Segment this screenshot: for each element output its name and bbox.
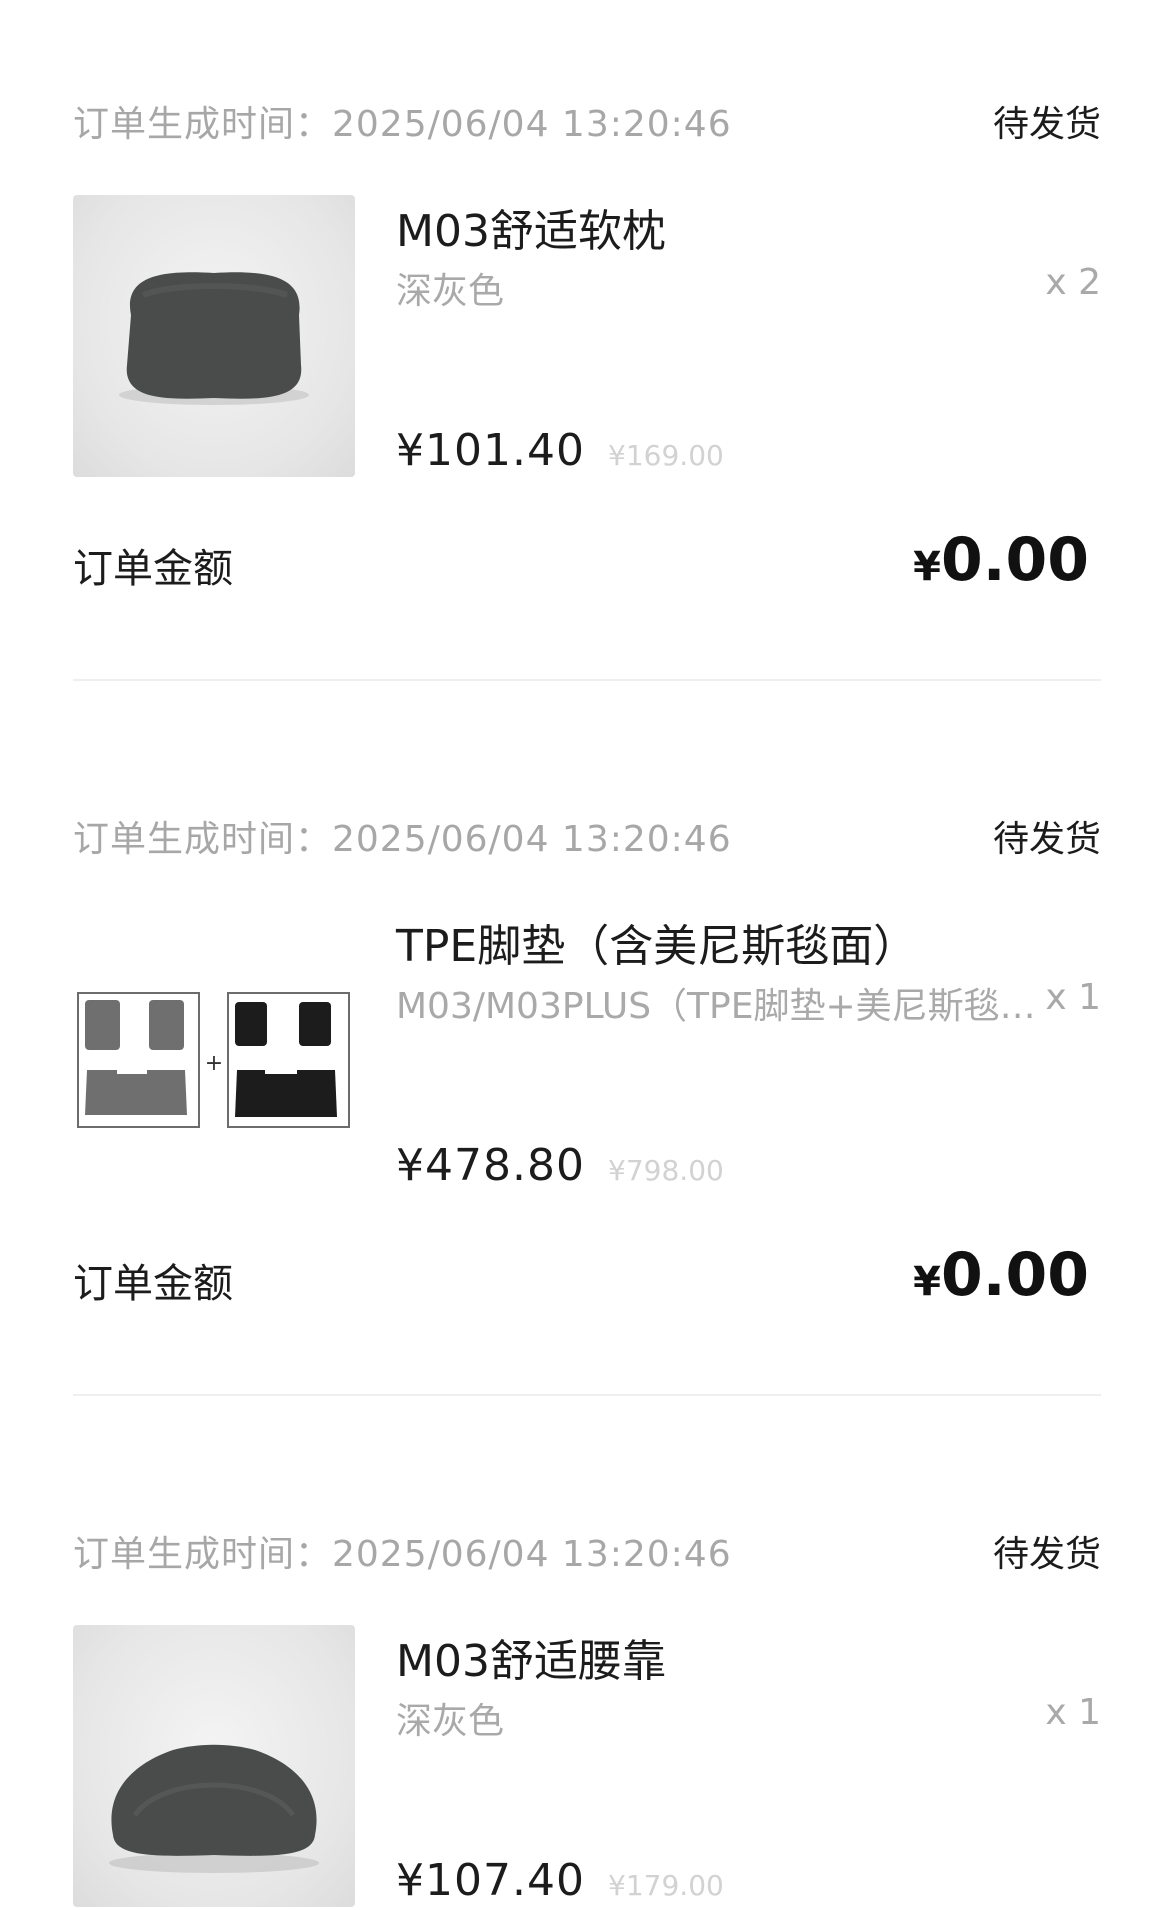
price-row: ¥478.80 ¥798.00 [396, 1140, 724, 1191]
total-number: 0.00 [940, 1240, 1089, 1310]
order-status: 待发货 [992, 104, 1101, 145]
order-header: 订单生成时间：2025/06/04 13:20:46 待发货 [73, 95, 1101, 155]
price-row: ¥101.40 ¥169.00 [396, 425, 724, 476]
currency-symbol: ¥ [913, 544, 941, 590]
product-image[interactable] [73, 195, 355, 477]
order-card[interactable]: 订单生成时间：2025/06/04 13:20:46 待发货 + TPE脚垫（含… [0, 810, 1175, 1410]
order-total-label: 订单金额 [73, 1261, 233, 1307]
plus-sign: + [205, 1051, 223, 1076]
lumbar-pillow-icon [109, 1744, 319, 1873]
product-name[interactable]: TPE脚垫（含美尼斯毯面） [396, 910, 917, 974]
sale-price: ¥107.40 [396, 1855, 585, 1906]
order-status: 待发货 [992, 1534, 1101, 1575]
total-number: 0.00 [940, 525, 1089, 595]
order-time: 订单生成时间：2025/06/04 13:20:46 [73, 104, 732, 145]
product-name[interactable]: M03舒适腰靠 [396, 1625, 666, 1689]
product-image[interactable] [73, 1625, 355, 1907]
product-variant: 深灰色 [396, 1701, 505, 1742]
product-quantity: x 1 [1045, 977, 1101, 1018]
divider [73, 1394, 1101, 1396]
price-row: ¥107.40 ¥179.00 [396, 1855, 724, 1906]
sale-price: ¥478.80 [396, 1140, 585, 1191]
order-status: 待发货 [992, 819, 1101, 860]
product-variant: 深灰色 [396, 271, 505, 312]
sale-price: ¥101.40 [396, 425, 585, 476]
order-card[interactable]: 订单生成时间：2025/06/04 13:20:46 待发货 M03舒适腰靠 深… [0, 1525, 1175, 1910]
original-price: ¥169.00 [608, 439, 724, 472]
product-name[interactable]: M03舒适软枕 [396, 195, 666, 259]
order-header: 订单生成时间：2025/06/04 13:20:46 待发货 [73, 810, 1101, 870]
product-quantity: x 1 [1045, 1692, 1101, 1733]
divider [73, 679, 1101, 681]
order-total-amount: ¥0.00 [913, 1240, 1089, 1310]
order-total-label: 订单金额 [73, 546, 233, 592]
product-image[interactable]: + [73, 910, 355, 1192]
product-variant: M03/M03PLUS（TPE脚垫+美尼斯毯… [396, 986, 1036, 1027]
order-header: 订单生成时间：2025/06/04 13:20:46 待发货 [73, 1525, 1101, 1585]
order-time: 订单生成时间：2025/06/04 13:20:46 [73, 819, 732, 860]
order-time: 订单生成时间：2025/06/04 13:20:46 [73, 1534, 732, 1575]
original-price: ¥179.00 [608, 1869, 724, 1902]
currency-symbol: ¥ [913, 1259, 941, 1305]
product-quantity: x 2 [1045, 262, 1101, 303]
floor-mats-icon: + [77, 992, 350, 1128]
headrest-pillow-icon [119, 272, 309, 405]
original-price: ¥798.00 [608, 1154, 724, 1187]
order-total-amount: ¥0.00 [913, 525, 1089, 595]
order-card[interactable]: 订单生成时间：2025/06/04 13:20:46 待发货 M03舒适软枕 深… [0, 95, 1175, 695]
